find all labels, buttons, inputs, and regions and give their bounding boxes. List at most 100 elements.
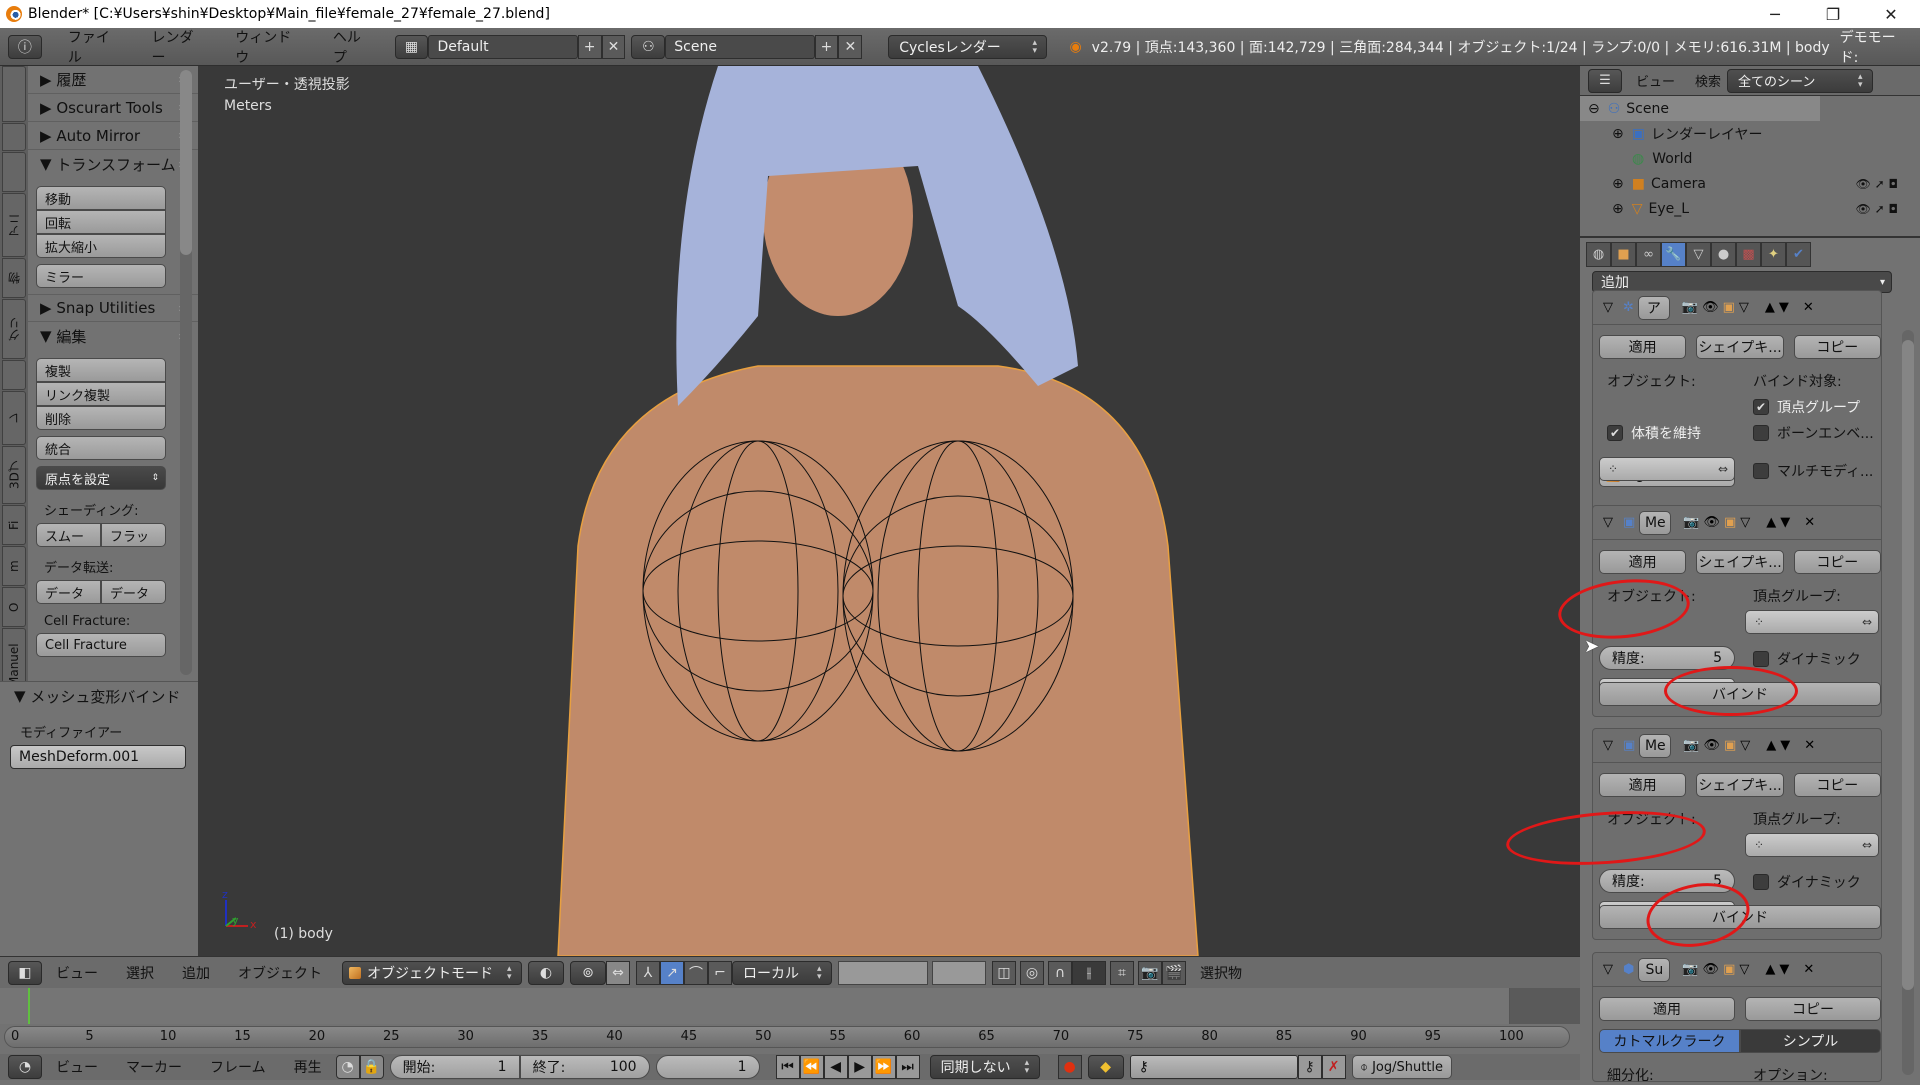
tool-tab[interactable]: m bbox=[2, 546, 26, 586]
set-origin-select[interactable]: 原点を設定 ⇕ bbox=[36, 466, 166, 490]
editmode-icon[interactable]: ▣ bbox=[1724, 515, 1736, 530]
apply-button[interactable]: 適用 bbox=[1599, 997, 1735, 1021]
opengl-animation-icon[interactable]: 🎬 bbox=[1162, 960, 1186, 985]
layout-field[interactable]: Default bbox=[428, 34, 578, 59]
material-tab-icon[interactable]: ● bbox=[1711, 242, 1736, 267]
preview-range-icon[interactable]: ◔ bbox=[335, 1055, 360, 1079]
editor-type-info-icon[interactable]: ⓘ bbox=[8, 34, 42, 59]
tool-tab[interactable] bbox=[2, 360, 26, 390]
copy-button[interactable]: コピー bbox=[1793, 550, 1881, 574]
render-camera-icon[interactable]: 📷 bbox=[1682, 962, 1698, 977]
move-down-icon[interactable]: ▼ bbox=[1780, 515, 1790, 530]
remove-modifier-icon[interactable]: ✕ bbox=[1803, 962, 1814, 977]
tool-shelf-scrollbar[interactable] bbox=[180, 70, 192, 675]
copy-button[interactable]: コピー bbox=[1793, 335, 1881, 359]
collapse-icon[interactable]: ▽ bbox=[1603, 515, 1613, 530]
render-camera-icon[interactable]: 📷 bbox=[1683, 515, 1699, 530]
properties-scrollbar[interactable] bbox=[1902, 330, 1914, 1075]
tool-tab[interactable]: レ bbox=[2, 391, 26, 445]
minimize-button[interactable]: ─ bbox=[1746, 5, 1804, 24]
play-icon[interactable]: ▶ bbox=[847, 1055, 872, 1079]
vertex-group-field[interactable]: ⁘ ⇔ bbox=[1745, 833, 1879, 857]
tool-tab[interactable]: 3Dプ bbox=[2, 446, 26, 504]
apply-as-shapekey-button[interactable]: シェイプキ... bbox=[1696, 335, 1784, 359]
expand-icon[interactable]: ⊕ bbox=[1612, 201, 1624, 217]
physics-tab-icon[interactable]: ✔ bbox=[1786, 242, 1811, 267]
catmull-clark-toggle[interactable]: カトマルクラーク bbox=[1599, 1029, 1740, 1053]
translate-button[interactable]: 移動 bbox=[36, 186, 166, 210]
panel-mesh-deform-bind[interactable]: ▼ メッシュ変形バインド bbox=[0, 682, 198, 710]
record-icon[interactable]: ● bbox=[1057, 1055, 1082, 1079]
modifiers-tab-icon[interactable]: 🔧 bbox=[1661, 242, 1686, 267]
visibility-eye-icon[interactable]: 👁 ➚ ◘ bbox=[1856, 202, 1898, 216]
remove-scene-icon[interactable]: ✕ bbox=[838, 34, 863, 59]
viewport-shading-icon[interactable]: ◐ bbox=[528, 960, 564, 985]
outliner-row-render-layer[interactable]: ⊕ ▣ レンダーレイヤー bbox=[1580, 121, 1920, 146]
tool-tab[interactable] bbox=[2, 66, 26, 122]
invert-icon[interactable]: ⇔ bbox=[1862, 838, 1878, 852]
insert-keyframe-icon[interactable]: ⚷ bbox=[1297, 1055, 1322, 1079]
scale-button[interactable]: 拡大縮小 bbox=[36, 234, 166, 258]
shade-smooth-button[interactable]: スムー bbox=[36, 523, 101, 547]
copy-button[interactable]: コピー bbox=[1793, 773, 1881, 797]
vertex-group-field[interactable]: ⁘ ⇔ bbox=[1599, 457, 1735, 481]
menu-window[interactable]: ウィンドウ bbox=[221, 27, 319, 67]
menu-render[interactable]: レンダー bbox=[138, 27, 222, 67]
jump-end-icon[interactable]: ⏭ bbox=[895, 1055, 920, 1079]
frame-ruler[interactable]: 0 5 10 15 20 25 30 35 40 45 50 55 60 65 70 75 80 85 90 95 10… bbox=[4, 1026, 1570, 1048]
visibility-eye-icon[interactable]: 👁 ➚ ◘ bbox=[1856, 177, 1898, 191]
close-button[interactable]: ✕ bbox=[1862, 5, 1920, 24]
move-up-icon[interactable]: ▲ bbox=[1766, 515, 1776, 530]
delete-button[interactable]: 削除 bbox=[36, 406, 166, 430]
timeline-frame-menu[interactable]: フレーム bbox=[196, 1057, 280, 1077]
layer-buttons-2[interactable] bbox=[932, 960, 986, 985]
remove-modifier-icon[interactable]: ✕ bbox=[1804, 738, 1815, 753]
delete-keyframe-icon[interactable]: ✗ bbox=[1321, 1055, 1346, 1079]
mode-select[interactable]: オブジェクトモード bbox=[342, 960, 522, 985]
sync-mode-select[interactable]: 同期しない bbox=[929, 1055, 1040, 1079]
tool-tab[interactable]: O bbox=[2, 587, 26, 627]
outliner-menu-view[interactable]: ビュー bbox=[1622, 71, 1689, 90]
mirror-button[interactable]: ミラー bbox=[36, 264, 166, 288]
simple-toggle[interactable]: シンプル bbox=[1740, 1029, 1881, 1053]
object-menu[interactable]: オブジェクト bbox=[224, 963, 336, 983]
precision-field[interactable]: 精度: 5 bbox=[1599, 869, 1735, 893]
duplicate-linked-button[interactable]: リンク複製 bbox=[36, 382, 166, 406]
outliner-filter-select[interactable]: 全てのシーン bbox=[1727, 68, 1874, 93]
rotate-button[interactable]: 回転 bbox=[36, 210, 166, 234]
add-scene-icon[interactable]: + bbox=[814, 34, 839, 59]
scene-icon[interactable]: ⚇ bbox=[631, 34, 666, 59]
render-camera-icon[interactable]: 📷 bbox=[1682, 300, 1698, 315]
data-layout-button[interactable]: データ bbox=[101, 580, 166, 604]
cell-fracture-button[interactable]: Cell Fracture bbox=[36, 633, 166, 657]
vertex-groups-checkbox[interactable]: ✔ 頂点グループ bbox=[1753, 397, 1860, 417]
3d-viewport[interactable]: ユーザー・透視投影 Meters z y x (1) body bbox=[198, 66, 1580, 956]
maximize-button[interactable]: ❐ bbox=[1804, 5, 1862, 24]
transform-manipulator-icon[interactable]: ⌐ bbox=[708, 960, 732, 985]
modifier-name-field[interactable]: Me bbox=[1639, 733, 1672, 758]
viewport-eye-icon[interactable]: 👁 bbox=[1703, 738, 1720, 753]
add-layout-icon[interactable]: + bbox=[577, 34, 602, 59]
remove-modifier-icon[interactable]: ✕ bbox=[1804, 515, 1815, 530]
panel-auto-mirror[interactable]: ▶ Auto Mirror:::: bbox=[28, 122, 198, 150]
timeline[interactable]: 0 5 10 15 20 25 30 35 40 45 50 55 60 65 70 75 80 85 90 95 10… bbox=[0, 988, 1580, 1054]
tool-tab[interactable] bbox=[2, 152, 26, 192]
remove-layout-icon[interactable]: ✕ bbox=[601, 34, 626, 59]
expand-icon[interactable]: ⊕ bbox=[1612, 176, 1624, 192]
move-up-icon[interactable]: ▲ bbox=[1766, 738, 1776, 753]
modifier-name-field[interactable]: ア bbox=[1637, 295, 1670, 320]
outliner-editor-icon[interactable]: ☰ bbox=[1588, 68, 1622, 93]
timeline-view-menu[interactable]: ビュー bbox=[42, 1057, 112, 1077]
bone-envelopes-checkbox[interactable]: ボーンエンベ... bbox=[1753, 423, 1874, 443]
lock-layers-icon[interactable]: ◫ bbox=[992, 960, 1016, 985]
current-frame-cursor[interactable] bbox=[28, 988, 30, 1024]
outliner-row-camera[interactable]: ⊕ ■ Camera 👁 ➚ ◘ bbox=[1580, 171, 1920, 196]
panel-snap-utilities[interactable]: ▶ Snap Utilities:::: bbox=[28, 294, 198, 322]
select-menu[interactable]: 選択 bbox=[112, 963, 168, 983]
apply-button[interactable]: 適用 bbox=[1599, 550, 1687, 574]
join-button[interactable]: 統合 bbox=[36, 436, 166, 460]
editor-type-3d-icon[interactable]: ◧ bbox=[8, 960, 42, 985]
apply-as-shapekey-button[interactable]: シェイプキ... bbox=[1696, 773, 1784, 797]
add-menu[interactable]: 追加 bbox=[168, 963, 224, 983]
invert-icon[interactable]: ⇔ bbox=[1862, 615, 1878, 629]
